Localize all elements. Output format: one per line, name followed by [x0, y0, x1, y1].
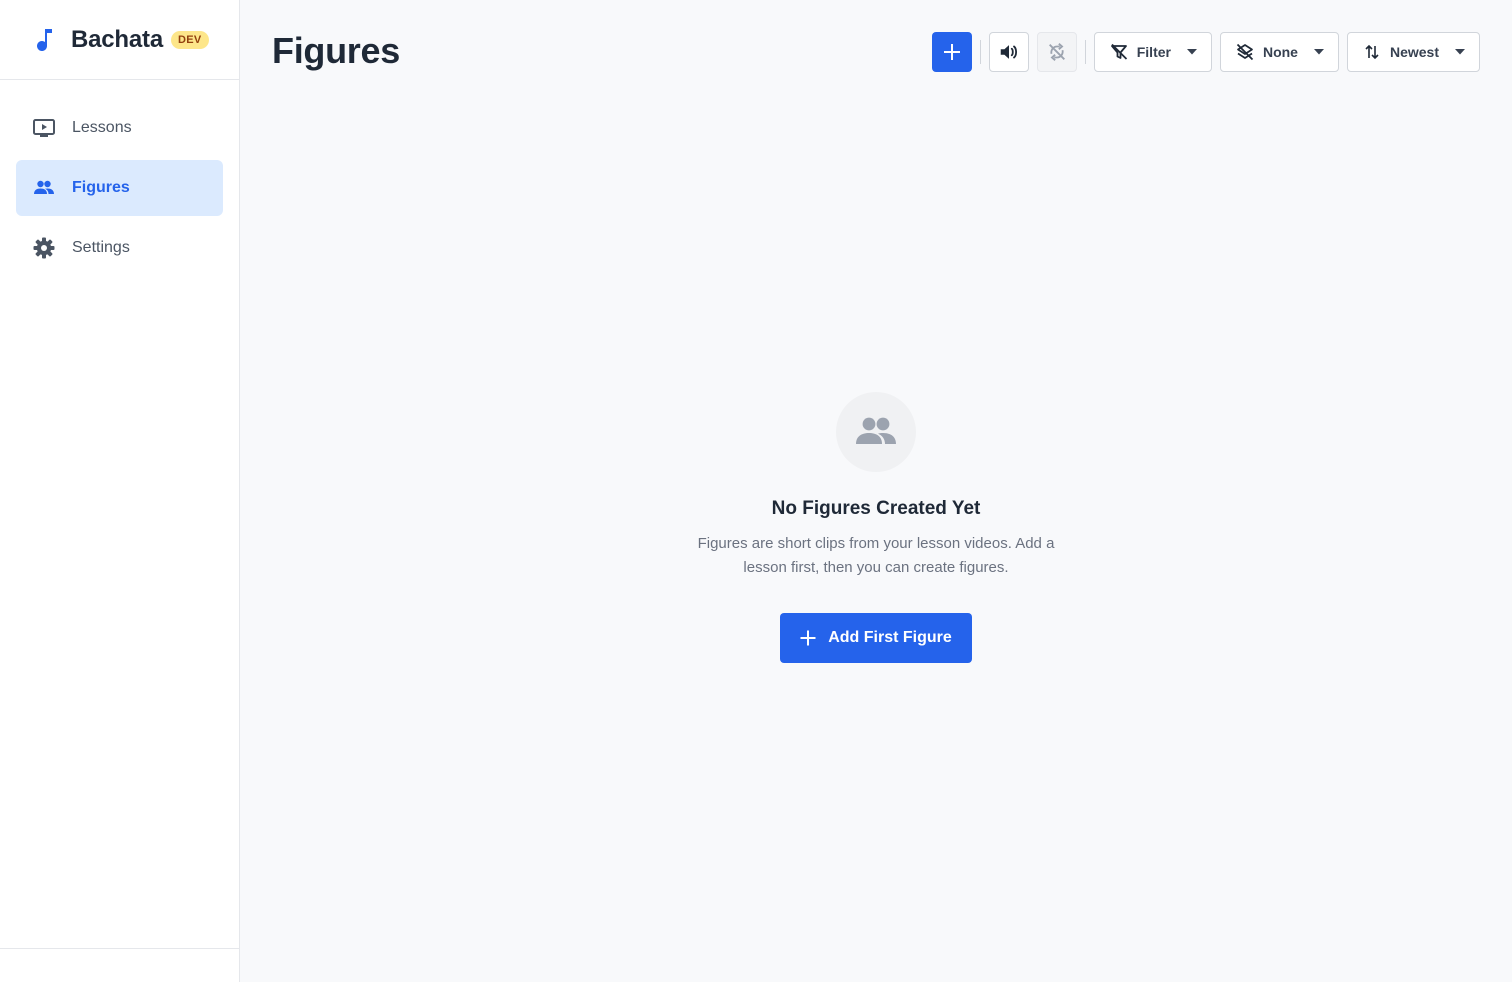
- music-note-icon: [36, 27, 58, 53]
- main-content: Figures Filter None Newest No Figures Cr…: [240, 0, 1512, 982]
- sidebar-item-lessons[interactable]: Lessons: [16, 100, 223, 156]
- people-icon: [32, 176, 56, 200]
- page-title: Figures: [272, 30, 400, 71]
- sync-button[interactable]: [1036, 32, 1077, 72]
- sort-label: Newest: [1389, 44, 1439, 60]
- sidebar: Bachata DEV Lessons Figures Settings: [0, 0, 240, 982]
- sidebar-item-figures[interactable]: Figures: [16, 160, 223, 216]
- add-figure-button[interactable]: [931, 32, 972, 72]
- filter-off-icon: [1109, 42, 1129, 62]
- sound-toggle-button[interactable]: [988, 32, 1029, 72]
- volume-icon: [998, 41, 1020, 63]
- sidebar-nav: Lessons Figures Settings: [0, 80, 239, 276]
- sidebar-item-label: Lessons: [72, 119, 132, 136]
- chevron-down-icon: [1313, 49, 1324, 55]
- toolbar-separator: [979, 40, 981, 64]
- layers-off-icon: [1235, 42, 1255, 62]
- empty-state: No Figures Created Yet Figures are short…: [240, 392, 1512, 663]
- chevron-down-icon: [1186, 49, 1197, 55]
- toolbar-separator: [1084, 40, 1086, 64]
- add-first-figure-button[interactable]: Add First Figure: [780, 613, 972, 663]
- sidebar-item-settings[interactable]: Settings: [16, 220, 223, 276]
- empty-state-title: No Figures Created Yet: [771, 498, 981, 519]
- group-dropdown[interactable]: None: [1219, 32, 1339, 72]
- sync-disabled-icon: [1046, 41, 1068, 63]
- people-icon: [836, 392, 916, 472]
- app-root: Bachata DEV Lessons Figures Settings Fig…: [0, 0, 1512, 982]
- gear-icon: [32, 236, 56, 260]
- sidebar-item-label: Settings: [72, 239, 130, 256]
- sidebar-item-label: Figures: [72, 179, 130, 196]
- brand[interactable]: Bachata DEV: [0, 0, 239, 80]
- toolbar: Filter None Newest: [931, 32, 1480, 72]
- chevron-down-icon: [1455, 49, 1465, 55]
- video-player-icon: [32, 116, 56, 140]
- group-label: None: [1262, 44, 1298, 60]
- filter-dropdown[interactable]: Filter: [1093, 32, 1212, 72]
- sort-icon: [1362, 42, 1382, 62]
- sort-dropdown[interactable]: Newest: [1346, 32, 1480, 72]
- dev-badge: DEV: [170, 30, 209, 49]
- empty-state-description: Figures are short clips from your lesson…: [697, 535, 1055, 576]
- plus-icon: [943, 43, 961, 61]
- add-first-figure-label: Add First Figure: [828, 629, 952, 646]
- sidebar-footer: [0, 948, 239, 982]
- brand-name: Bachata: [71, 25, 163, 53]
- plus-icon: [800, 630, 816, 646]
- filter-label: Filter: [1136, 44, 1171, 60]
